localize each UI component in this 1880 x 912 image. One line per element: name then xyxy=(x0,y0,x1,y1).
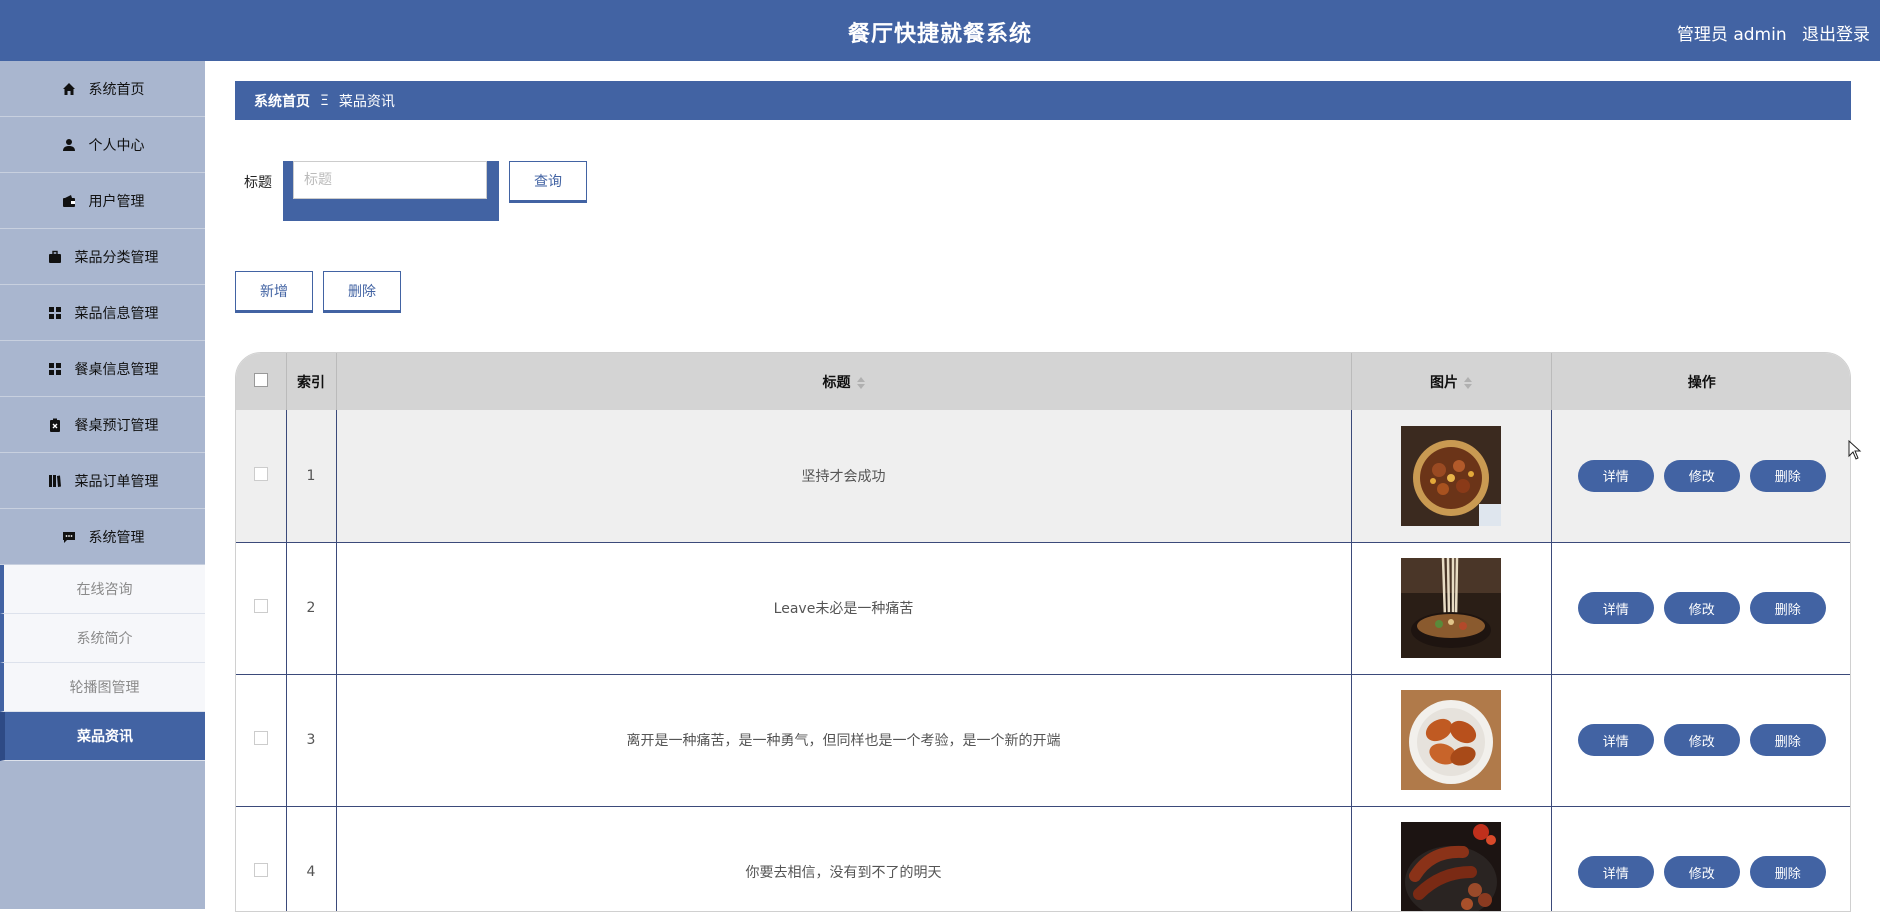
row-checkbox[interactable] xyxy=(253,466,268,481)
sidebar-item-users[interactable]: 用户管理 xyxy=(0,173,205,229)
sidebar-item-table-info[interactable]: 餐桌信息管理 xyxy=(0,341,205,397)
mouse-cursor-icon xyxy=(1848,440,1862,460)
submenu-online-consult[interactable]: 在线咨询 xyxy=(0,565,205,614)
breadcrumb: 系统首页 Ξ 菜品资讯 xyxy=(235,81,1851,120)
sidebar-item-label: 餐桌信息管理 xyxy=(74,361,159,378)
table-row: 4 你要去相信，没有到不了的明天 详情 修改 删除 xyxy=(236,806,1850,911)
user-icon xyxy=(61,137,77,153)
detail-button[interactable]: 详情 xyxy=(1577,592,1654,624)
row-delete-button[interactable]: 删除 xyxy=(1749,592,1826,624)
sidebar-item-home[interactable]: 系统首页 xyxy=(0,61,205,117)
chat-icon xyxy=(61,529,77,545)
chicken-legs-image xyxy=(1401,690,1501,790)
noodle-bowl-image xyxy=(1401,558,1501,658)
row-index: 2 xyxy=(286,542,337,674)
top-header: 餐厅快捷就餐系统 管理员 admin 退出登录 xyxy=(0,0,1880,61)
col-image-label: 图片 xyxy=(1430,374,1458,391)
edit-button[interactable]: 修改 xyxy=(1663,592,1740,624)
admin-label: 管理员 admin xyxy=(1676,25,1787,45)
detail-button[interactable]: 详情 xyxy=(1577,724,1654,756)
table-row: 3 离开是一种痛苦，是一种勇气，但同样也是一个考验，是一个新的开端 详情 修改 删除 xyxy=(236,674,1850,806)
row-index: 4 xyxy=(286,806,337,911)
col-title[interactable]: 标题 xyxy=(336,353,1352,410)
food-pot-image xyxy=(1401,425,1501,526)
briefcase-icon xyxy=(47,249,63,265)
detail-button[interactable]: 详情 xyxy=(1577,459,1654,492)
row-title: Leave未必是一种痛苦 xyxy=(336,542,1352,674)
submenu-system-intro[interactable]: 系统简介 xyxy=(0,614,205,663)
grid-icon xyxy=(47,361,63,377)
system-submenu: 在线咨询 系统简介 轮播图管理 菜品资讯 xyxy=(0,565,205,761)
search-input[interactable] xyxy=(293,161,487,199)
sort-icon[interactable] xyxy=(1464,376,1472,389)
table-header-row: 索引 标题 图片 操作 xyxy=(236,353,1850,410)
select-all-cell xyxy=(236,353,287,410)
breadcrumb-home[interactable]: 系统首页 xyxy=(254,91,310,111)
table-row: 1 坚持才会成功 详情 修改 删除 xyxy=(236,410,1850,542)
row-delete-button[interactable]: 删除 xyxy=(1749,724,1826,756)
breadcrumb-current: 菜品资讯 xyxy=(338,93,395,110)
book-icon xyxy=(47,473,63,489)
logout-link[interactable]: 退出登录 xyxy=(1802,25,1870,45)
app-title: 餐厅快捷就餐系统 xyxy=(847,22,1032,47)
row-title: 坚持才会成功 xyxy=(336,410,1352,542)
submenu-dish-news[interactable]: 菜品资讯 xyxy=(0,712,205,761)
sidebar-item-label: 用户管理 xyxy=(88,193,145,210)
sidebar-item-dish-orders[interactable]: 菜品订单管理 xyxy=(0,453,205,509)
col-index: 索引 xyxy=(286,353,337,410)
add-button[interactable]: 新增 xyxy=(235,271,313,311)
row-index: 1 xyxy=(286,410,337,542)
clipboard-x-icon xyxy=(47,417,63,433)
data-table: 索引 标题 图片 操作 1 坚持才会成功 详情 修改 删除 2 Leave未必是一种… xyxy=(235,352,1851,912)
user-area: 管理员 admin 退出登录 xyxy=(1667,20,1870,45)
edit-button[interactable]: 修改 xyxy=(1663,459,1740,492)
sidebar-item-label: 菜品信息管理 xyxy=(74,305,159,322)
wallet-icon xyxy=(61,193,77,209)
row-title: 离开是一种痛苦，是一种勇气，但同样也是一个考验，是一个新的开端 xyxy=(336,674,1352,806)
row-checkbox[interactable] xyxy=(253,863,268,878)
row-checkbox[interactable] xyxy=(253,599,268,613)
row-index: 3 xyxy=(286,674,337,806)
sidebar-item-profile[interactable]: 个人中心 xyxy=(0,117,205,173)
sidebar-item-dish-category[interactable]: 菜品分类管理 xyxy=(0,229,205,285)
sidebar-item-label: 餐桌预订管理 xyxy=(74,417,159,434)
sidebar-item-system[interactable]: 系统管理 xyxy=(0,509,205,565)
sausage-image xyxy=(1401,822,1501,911)
row-checkbox[interactable] xyxy=(253,731,268,745)
col-title-label: 标题 xyxy=(822,374,851,391)
search-box xyxy=(283,161,499,221)
col-ops: 操作 xyxy=(1687,374,1716,391)
col-image[interactable]: 图片 xyxy=(1351,353,1552,410)
sidebar-item-label: 菜品分类管理 xyxy=(74,249,159,266)
sidebar-item-dish-info[interactable]: 菜品信息管理 xyxy=(0,285,205,341)
row-delete-button[interactable]: 删除 xyxy=(1749,459,1826,492)
search-label: 标题 xyxy=(244,175,272,191)
sidebar-item-table-booking[interactable]: 餐桌预订管理 xyxy=(0,397,205,453)
select-all-checkbox[interactable] xyxy=(253,372,268,387)
query-button[interactable]: 查询 xyxy=(509,161,587,201)
breadcrumb-separator: Ξ xyxy=(320,92,329,109)
row-delete-button[interactable]: 删除 xyxy=(1749,856,1826,889)
submenu-carousel[interactable]: 轮播图管理 xyxy=(0,663,205,712)
delete-button[interactable]: 删除 xyxy=(323,271,401,311)
edit-button[interactable]: 修改 xyxy=(1663,724,1740,756)
sidebar-item-label: 系统管理 xyxy=(88,529,145,546)
edit-button[interactable]: 修改 xyxy=(1663,856,1740,889)
home-icon xyxy=(61,81,77,97)
detail-button[interactable]: 详情 xyxy=(1577,856,1654,889)
sidebar: 系统首页 个人中心 用户管理 菜品分类管理 菜品信息管理 餐桌信息管理 餐桌预订… xyxy=(0,61,205,909)
sidebar-item-label: 系统首页 xyxy=(88,81,145,98)
row-title: 你要去相信，没有到不了的明天 xyxy=(336,806,1352,911)
table-row: 2 Leave未必是一种痛苦 详情 修改 删除 xyxy=(236,542,1850,674)
sort-icon[interactable] xyxy=(856,376,865,389)
sidebar-item-label: 个人中心 xyxy=(88,137,145,154)
sidebar-item-label: 菜品订单管理 xyxy=(74,473,159,490)
grid-icon xyxy=(47,305,63,321)
